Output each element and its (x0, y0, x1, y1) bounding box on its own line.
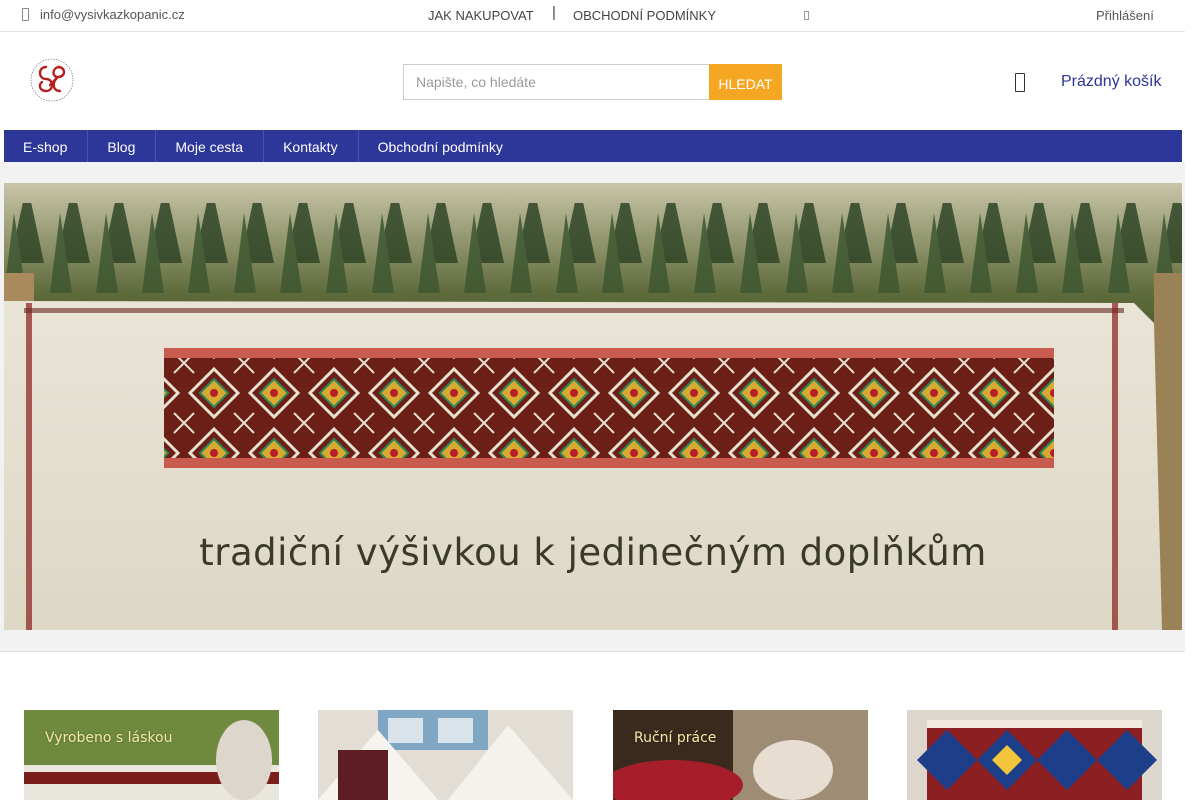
nav-item-eshop[interactable]: E-shop (4, 130, 89, 162)
email-contact[interactable]: info@vysivkazkopanic.cz (22, 7, 185, 22)
category-tile-3[interactable]: Ruční práce (613, 710, 868, 800)
cart-link[interactable]: Prázdný košík (1061, 73, 1161, 91)
nav-item-moje-cesta[interactable]: Moje cesta (156, 130, 265, 162)
top-bar: info@vysivkazkopanic.cz JAK NAKUPOVAT | … (0, 0, 1185, 32)
cart-icon[interactable] (1015, 73, 1025, 92)
nav-item-blog[interactable]: Blog (88, 130, 157, 162)
main-navigation: E-shop Blog Moje cesta Kontakty Obchodní… (4, 130, 1182, 162)
hero-banner[interactable]: tradiční výšivkou k jedinečným doplňkům (4, 183, 1182, 630)
nav-item-obchodni-podminky[interactable]: Obchodní podmínky (359, 130, 523, 162)
login-link[interactable]: Přihlášení (1096, 8, 1154, 23)
language-icon[interactable] (804, 11, 809, 20)
top-link-jak-nakupovat[interactable]: JAK NAKUPOVAT (428, 8, 534, 23)
phone-icon (22, 8, 29, 21)
search-button[interactable]: HLEDAT (709, 64, 782, 100)
category-tile-1[interactable]: Vyrobeno s láskou (24, 710, 279, 800)
top-link-obchodni-podminky[interactable]: OBCHODNÍ PODMÍNKY (573, 8, 716, 23)
nav-item-kontakty[interactable]: Kontakty (264, 130, 359, 162)
category-tile-4[interactable] (907, 710, 1162, 800)
email-text[interactable]: info@vysivkazkopanic.cz (40, 7, 185, 22)
category-tile-3-label: Ruční práce (634, 730, 717, 746)
top-link-separator: | (552, 4, 556, 21)
search-bar: HLEDAT (403, 64, 782, 100)
search-input[interactable] (403, 64, 709, 100)
category-tile-1-label: Vyrobeno s láskou (45, 730, 173, 746)
site-logo[interactable] (26, 55, 82, 107)
category-tile-2[interactable] (318, 710, 573, 800)
hero-caption: tradiční výšivkou k jedinečným doplňkům (199, 531, 987, 574)
